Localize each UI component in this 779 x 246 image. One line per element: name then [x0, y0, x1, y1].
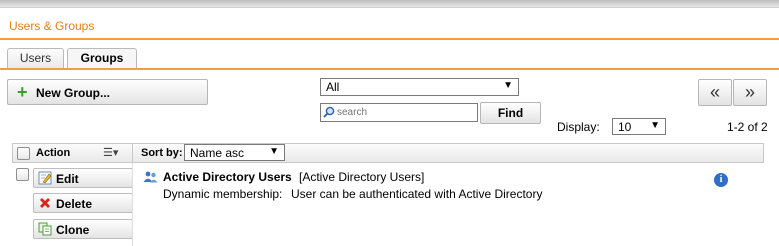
row-divider: [132, 163, 133, 246]
display-label: Display:: [557, 120, 600, 134]
table-header: Action ☰▾ Sort by:: [12, 143, 764, 163]
plus-icon: +: [17, 82, 28, 102]
tab-groups[interactable]: Groups: [67, 48, 137, 70]
membership-label: Dynamic membership:: [163, 187, 283, 201]
group-type: [Active Directory Users]: [299, 170, 425, 184]
clone-icon: [38, 222, 52, 236]
new-group-label: New Group...: [36, 86, 111, 100]
header-divider: [132, 144, 133, 162]
info-icon[interactable]: i: [714, 173, 728, 187]
column-menu-icon[interactable]: ☰▾: [103, 146, 118, 159]
row-checkbox[interactable]: [16, 168, 29, 181]
delete-button[interactable]: Delete: [33, 193, 133, 213]
pager-count: 1-2 of 2: [727, 120, 768, 134]
new-group-button[interactable]: + New Group...: [7, 79, 208, 105]
first-page-button[interactable]: «: [698, 79, 732, 106]
sort-select[interactable]: Name asc ▼: [184, 144, 285, 161]
sort-select-value: Name asc: [190, 146, 245, 160]
display-select-value: 10: [618, 120, 632, 134]
membership-value: User can be authenticated with Active Di…: [291, 187, 543, 201]
tab-users[interactable]: Users: [7, 48, 64, 69]
delete-label: Delete: [56, 197, 93, 211]
group-icon: [143, 171, 158, 183]
search-icon: [323, 106, 335, 118]
filter-select-value: All: [326, 80, 340, 94]
action-column-header: Action: [36, 147, 71, 159]
chevron-down-icon: ▼: [503, 80, 513, 91]
chevron-down-icon: ▼: [650, 120, 660, 131]
chevron-down-icon: ▼: [269, 146, 279, 157]
search-input[interactable]: [337, 105, 475, 120]
select-all-checkbox[interactable]: [17, 147, 30, 160]
sort-by-label: Sort by:: [141, 147, 183, 159]
delete-icon: [40, 198, 50, 208]
tab-divider: [0, 68, 779, 70]
edit-icon: [38, 171, 52, 185]
filter-select[interactable]: All ▼: [320, 78, 519, 96]
edit-button[interactable]: Edit: [33, 168, 133, 188]
next-page-button[interactable]: »: [733, 79, 767, 106]
find-button[interactable]: Find: [480, 102, 541, 124]
search-field[interactable]: [320, 103, 478, 122]
display-select[interactable]: 10 ▼: [612, 118, 666, 135]
clone-button[interactable]: Clone: [33, 219, 133, 239]
group-name-link[interactable]: Active Directory Users: [163, 170, 292, 184]
page-title: Users & Groups: [9, 19, 95, 33]
title-divider: [0, 38, 779, 40]
clone-label: Clone: [56, 223, 90, 237]
top-bar: [0, 0, 779, 8]
edit-label: Edit: [56, 172, 79, 186]
